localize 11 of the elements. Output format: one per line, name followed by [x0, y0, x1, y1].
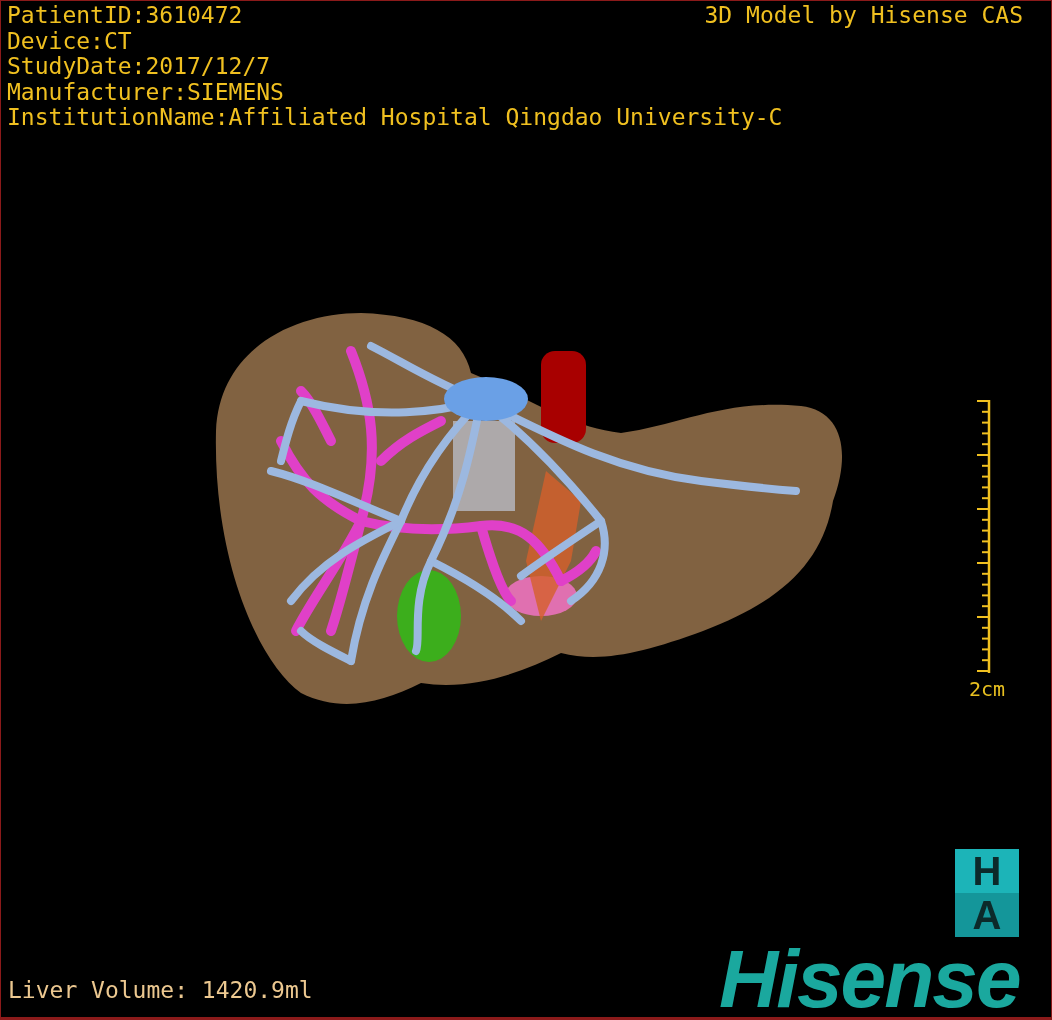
study-info-text: Manufacturer:SIEMENS — [7, 79, 284, 105]
model-credit-text: 3D Model by Hisense CAS — [704, 3, 1023, 29]
study-info-text: Device:CT — [7, 28, 132, 54]
liver-volume-text: Liver Volume: 1420.9ml — [8, 977, 313, 1003]
logo-badge-letter: H — [955, 849, 1019, 893]
logo-wordmark: Hisense — [719, 937, 1020, 1017]
study-info-text: StudyDate:2017/12/7 — [7, 54, 271, 80]
logo-badge-letter: A — [955, 893, 1019, 937]
study-info-text: InstitutionName:Affiliated Hospital Qingdao University-C — [7, 105, 783, 131]
scale-label: 2cm — [969, 677, 1006, 701]
study-info-text: PatientID:3610472 — [7, 3, 243, 29]
